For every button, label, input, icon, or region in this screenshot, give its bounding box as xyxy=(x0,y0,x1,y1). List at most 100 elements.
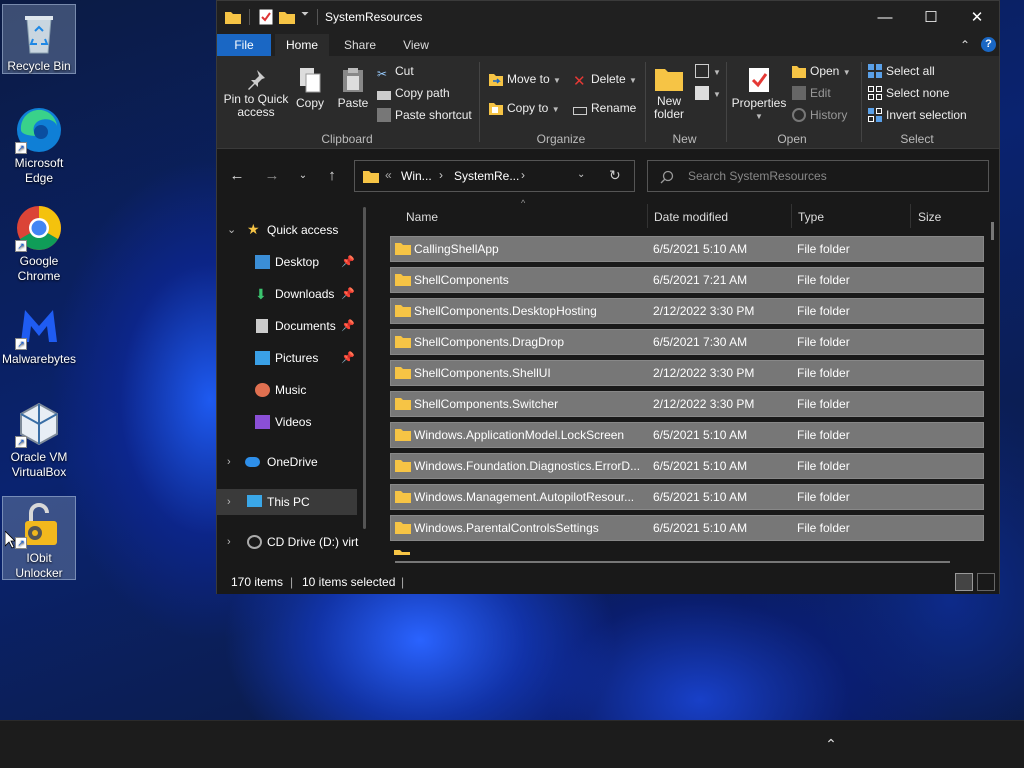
tab-file[interactable]: File xyxy=(217,34,271,56)
file-row[interactable]: ShellComponents.DesktopHosting 2/12/2022… xyxy=(390,298,984,324)
new-folder-icon xyxy=(655,69,683,91)
folder-icon xyxy=(395,336,411,348)
copy-path-button[interactable]: Copy path xyxy=(377,86,450,100)
desktop-icon-chrome[interactable]: ↗ Google Chrome xyxy=(2,200,76,286)
file-row[interactable]: ShellComponents.DragDrop 6/5/2021 7:30 A… xyxy=(390,329,984,355)
folder-icon xyxy=(225,12,241,24)
nav-quick-access[interactable]: ⌄ ★ Quick access xyxy=(217,217,357,243)
paste-shortcut-button[interactable]: Paste shortcut xyxy=(377,108,472,122)
nav-desktop[interactable]: Desktop 📌 xyxy=(217,249,357,275)
history-button[interactable]: History xyxy=(792,108,847,122)
file-row[interactable]: ShellComponents.Switcher 2/12/2022 3:30 … xyxy=(390,391,984,417)
navigation-bar: ← → ⌄ ↑ « Win... › SystemRe... › ⌄ ↻ Sea… xyxy=(217,150,999,202)
details-view-icon[interactable] xyxy=(955,573,973,591)
cut-button[interactable]: ✂ Cut xyxy=(377,64,414,81)
navigation-scrollbar[interactable] xyxy=(363,207,366,529)
column-divider[interactable] xyxy=(647,204,648,228)
nav-pictures[interactable]: Pictures 📌 xyxy=(217,345,357,371)
pin-icon[interactable]: 📌 xyxy=(341,281,355,307)
help-icon[interactable]: ? xyxy=(981,37,996,52)
collapse-ribbon-icon[interactable]: ⌃ xyxy=(957,34,973,56)
new-folder-quick-icon[interactable] xyxy=(279,9,295,25)
new-folder-button[interactable]: New folder xyxy=(651,66,687,121)
address-bar[interactable]: « Win... › SystemRe... › ⌄ ↻ xyxy=(354,160,635,192)
collapsed-chevron-icon[interactable]: › xyxy=(227,489,239,515)
maximize-button[interactable]: ☐ xyxy=(908,1,954,34)
nav-onedrive[interactable]: › OneDrive xyxy=(217,449,357,475)
column-divider[interactable] xyxy=(910,204,911,228)
properties-button[interactable]: Properties ▼ xyxy=(731,66,787,123)
copy-button[interactable]: Copy xyxy=(295,66,325,110)
forward-arrow-icon[interactable]: → xyxy=(262,166,282,186)
file-row[interactable]: Windows.ApplicationModel.LockScreen 6/5/… xyxy=(390,422,984,448)
cloud-icon xyxy=(245,457,260,467)
customize-quick-access-icon[interactable]: ⏷ xyxy=(301,9,309,25)
back-arrow-icon[interactable]: ← xyxy=(227,166,247,186)
breadcrumb-chevron-icon[interactable]: › xyxy=(521,168,525,182)
large-icons-view-icon[interactable] xyxy=(977,573,995,591)
collapsed-chevron-icon[interactable]: › xyxy=(227,449,239,475)
edit-button[interactable]: Edit xyxy=(792,86,831,100)
tab-share[interactable]: Share xyxy=(333,34,387,56)
move-to-button[interactable]: Move to ▼ xyxy=(489,72,561,86)
recent-locations-chevron-icon[interactable]: ⌄ xyxy=(293,166,313,186)
column-divider[interactable] xyxy=(791,204,792,228)
ribbon: Pin to Quick access Copy Paste ✂ Cut Copy… xyxy=(217,56,999,149)
delete-button[interactable]: ✕ Delete ▼ xyxy=(573,72,637,89)
paste-icon xyxy=(343,68,363,92)
column-header-name[interactable]: Name xyxy=(406,210,438,224)
vertical-scrollbar[interactable] xyxy=(991,222,994,240)
file-row[interactable]: Windows.Management.AutopilotResour... 6/… xyxy=(390,484,984,510)
desktop-icon-recycle-bin[interactable]: Recycle Bin xyxy=(2,4,76,74)
breadcrumb-item[interactable]: SystemRe... xyxy=(454,169,519,183)
address-dropdown-icon[interactable]: ⌄ xyxy=(577,169,585,180)
minimize-button[interactable]: — xyxy=(862,1,908,34)
file-row[interactable]: ShellComponents 6/5/2021 7:21 AM File fo… xyxy=(390,267,984,293)
rename-button[interactable]: Rename xyxy=(573,101,636,115)
tab-home[interactable]: Home xyxy=(275,34,329,56)
pin-icon[interactable]: 📌 xyxy=(341,249,355,275)
desktop-icon-malwarebytes[interactable]: ↗ Malwarebytes xyxy=(2,298,76,370)
column-header-type[interactable]: Type xyxy=(798,210,824,224)
invert-selection-button[interactable]: Invert selection xyxy=(868,108,967,122)
pin-to-quick-access-button[interactable]: Pin to Quick access xyxy=(223,68,289,119)
collapsed-chevron-icon[interactable]: › xyxy=(227,529,239,555)
file-row[interactable]: ShellComponents.ShellUI 2/12/2022 3:30 P… xyxy=(390,360,984,386)
nav-downloads[interactable]: ⬇ Downloads 📌 xyxy=(217,281,357,307)
select-none-button[interactable]: Select none xyxy=(868,86,949,100)
nav-music[interactable]: Music xyxy=(217,377,357,403)
nav-documents[interactable]: Documents 📌 xyxy=(217,313,357,339)
up-arrow-icon[interactable]: ↑ xyxy=(322,166,342,186)
nav-videos[interactable]: Videos xyxy=(217,409,357,435)
nav-this-pc[interactable]: › This PC xyxy=(217,489,357,515)
nav-cd-drive[interactable]: › CD Drive (D:) virt xyxy=(217,529,375,555)
expanded-chevron-icon[interactable]: ⌄ xyxy=(227,217,239,243)
pin-icon[interactable]: 📌 xyxy=(341,345,355,371)
paste-button[interactable]: Paste xyxy=(337,66,369,110)
copy-to-button[interactable]: Copy to ▼ xyxy=(489,101,560,115)
file-type: File folder xyxy=(797,490,850,504)
refresh-icon[interactable]: ↻ xyxy=(609,167,621,184)
file-row[interactable]: CallingShellApp 6/5/2021 5:10 AM File fo… xyxy=(390,236,984,262)
button-label: Invert selection xyxy=(886,108,967,122)
search-box[interactable]: Search SystemResources xyxy=(647,160,989,192)
easy-access-button[interactable]: ▼ xyxy=(695,86,721,100)
desktop-icon-virtualbox[interactable]: ↗ Oracle VM VirtualBox xyxy=(2,396,76,482)
file-row[interactable]: Windows.Foundation.Diagnostics.ErrorD...… xyxy=(390,453,984,479)
select-all-button[interactable]: Select all xyxy=(868,64,935,78)
new-item-button[interactable]: ▼ xyxy=(695,64,721,78)
breadcrumb-overflow[interactable]: « xyxy=(385,168,392,182)
horizontal-scrollbar[interactable] xyxy=(395,561,950,563)
column-header-size[interactable]: Size xyxy=(918,210,941,224)
pin-icon[interactable]: 📌 xyxy=(341,313,355,339)
show-hidden-icons-chevron-icon[interactable]: ⌃ xyxy=(823,737,839,753)
file-row[interactable]: Windows.ParentalControlsSettings 6/5/202… xyxy=(390,515,984,541)
breadcrumb-item[interactable]: Win... xyxy=(401,169,432,183)
desktop-icon-edge[interactable]: ↗ Microsoft Edge xyxy=(2,102,76,188)
open-button[interactable]: Open ▼ xyxy=(792,64,851,78)
column-header-date[interactable]: Date modified xyxy=(654,210,728,224)
properties-quick-icon[interactable] xyxy=(259,9,273,25)
tab-view[interactable]: View xyxy=(389,34,443,56)
breadcrumb-chevron-icon[interactable]: › xyxy=(439,168,443,182)
close-button[interactable]: ✕ xyxy=(954,1,1000,34)
